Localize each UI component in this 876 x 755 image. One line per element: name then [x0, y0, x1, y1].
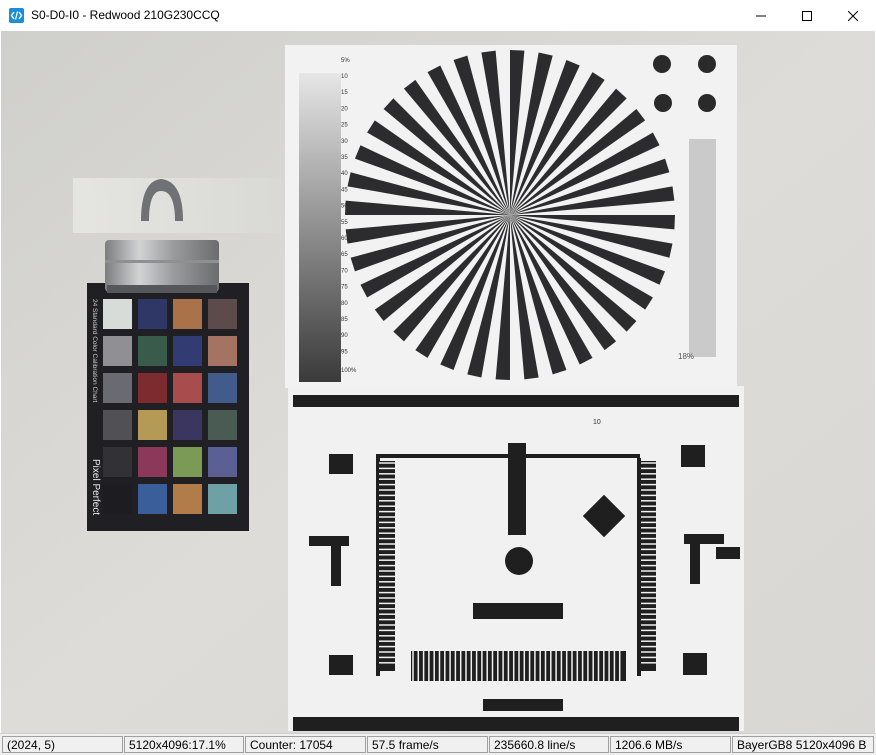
- gray-step-label: 25: [341, 123, 348, 129]
- color-swatch: [173, 299, 202, 329]
- color-swatch: [138, 484, 167, 514]
- color-swatch: [173, 447, 202, 477]
- color-swatch: [138, 447, 167, 477]
- color-swatch: [208, 299, 237, 329]
- gray-step-label: 20: [341, 106, 348, 112]
- maximize-button[interactable]: [784, 0, 830, 31]
- status-bar: (2024, 5) 5120x4096:17.1% Counter: 17054…: [0, 733, 876, 755]
- close-button[interactable]: [830, 0, 876, 31]
- gray-step-label: 80: [341, 301, 348, 307]
- app-code-icon: [9, 8, 24, 23]
- color-swatch: [173, 373, 202, 403]
- minimize-button[interactable]: [738, 0, 784, 31]
- window-title: S0-D0-I0 - Redwood 210G230CCQ: [31, 8, 220, 22]
- gray-step-label: 90: [341, 333, 348, 339]
- title-bar[interactable]: S0-D0-I0 - Redwood 210G230CCQ: [0, 0, 876, 31]
- camera-viewer-window: S0-D0-I0 - Redwood 210G230CCQ 24 Standar…: [0, 0, 876, 755]
- color-swatch: [103, 447, 132, 477]
- camera-frame: 24 Standard Color Calibration Chart Pixe…: [1, 31, 875, 733]
- gray-step-label: 55: [341, 220, 348, 226]
- gray-step-label: 45: [341, 187, 348, 193]
- gray-step-label: 35: [341, 155, 348, 161]
- gray-step-label: 65: [341, 252, 348, 258]
- status-pixel-format: BayerGB8 5120x4096 B: [732, 736, 874, 753]
- color-swatch: [103, 410, 132, 440]
- camera-image-viewport[interactable]: 24 Standard Color Calibration Chart Pixe…: [1, 31, 875, 733]
- brand-label: Pixel Perfect: [90, 459, 101, 515]
- gray-percent-bottom: 100%: [341, 368, 357, 374]
- minimize-icon: [756, 15, 766, 16]
- gray-step-label: 10: [341, 74, 348, 80]
- color-swatch: [103, 484, 132, 514]
- color-swatch: [208, 447, 237, 477]
- color-swatch: [103, 373, 132, 403]
- close-icon: [848, 10, 858, 21]
- color-swatch: [208, 336, 237, 366]
- color-swatch: [173, 336, 202, 366]
- color-swatch: [138, 336, 167, 366]
- status-bandwidth: 1206.6 MB/s: [610, 736, 731, 753]
- resolution-number: 10: [593, 419, 601, 426]
- color-swatch: [173, 484, 202, 514]
- color-swatch: [138, 373, 167, 403]
- gray-percent-top: 5%: [341, 58, 350, 64]
- status-resolution-zoom: 5120x4096:17.1%: [124, 736, 244, 753]
- maximize-icon: [802, 10, 812, 21]
- right-gray-strip: [689, 139, 716, 357]
- gray-step-label: 75: [341, 285, 348, 291]
- gray-step-label: 15: [341, 90, 348, 96]
- color-swatch: [103, 336, 132, 366]
- right-gray-label: 18%: [678, 352, 694, 361]
- gray-step-label: 40: [341, 171, 348, 177]
- status-counter: Counter: 17054: [245, 736, 366, 753]
- color-swatch: [208, 373, 237, 403]
- color-swatch: [173, 410, 202, 440]
- color-swatch: [208, 484, 237, 514]
- color-swatch: [138, 299, 167, 329]
- color-chart-label: 24 Standard Color Calibration Chart: [91, 299, 98, 403]
- status-line-rate: 235660.8 line/s: [489, 736, 609, 753]
- gray-step-strip: [299, 73, 341, 382]
- gray-step-label: 70: [341, 268, 348, 274]
- gray-step-label: 85: [341, 317, 348, 323]
- status-coordinates: (2024, 5): [2, 736, 123, 753]
- color-swatch: [138, 410, 167, 440]
- gray-step-label: 30: [341, 139, 348, 145]
- color-swatch: [208, 410, 237, 440]
- status-frame-rate: 57.5 frame/s: [367, 736, 488, 753]
- color-swatch: [103, 299, 132, 329]
- gray-step-label: 95: [341, 349, 348, 355]
